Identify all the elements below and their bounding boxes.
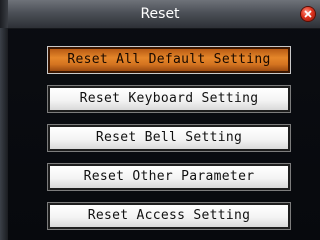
reset-all-default-setting-button[interactable]: Reset All Default Setting	[47, 46, 291, 74]
reset-menu: Reset All Default Setting Reset Keyboard…	[47, 46, 291, 240]
close-icon[interactable]	[301, 7, 315, 21]
reset-bell-setting-button[interactable]: Reset Bell Setting	[47, 124, 291, 152]
reset-access-setting-button[interactable]: Reset Access Setting	[47, 202, 291, 230]
reset-keyboard-setting-button[interactable]: Reset Keyboard Setting	[47, 85, 291, 113]
left-edge-decoration	[0, 28, 8, 240]
reset-other-parameter-button[interactable]: Reset Other Parameter	[47, 163, 291, 191]
reset-screen: Reset Reset All Default Setting Reset Ke…	[0, 0, 320, 240]
title-bar: Reset	[0, 0, 320, 29]
window-title: Reset	[140, 6, 180, 22]
